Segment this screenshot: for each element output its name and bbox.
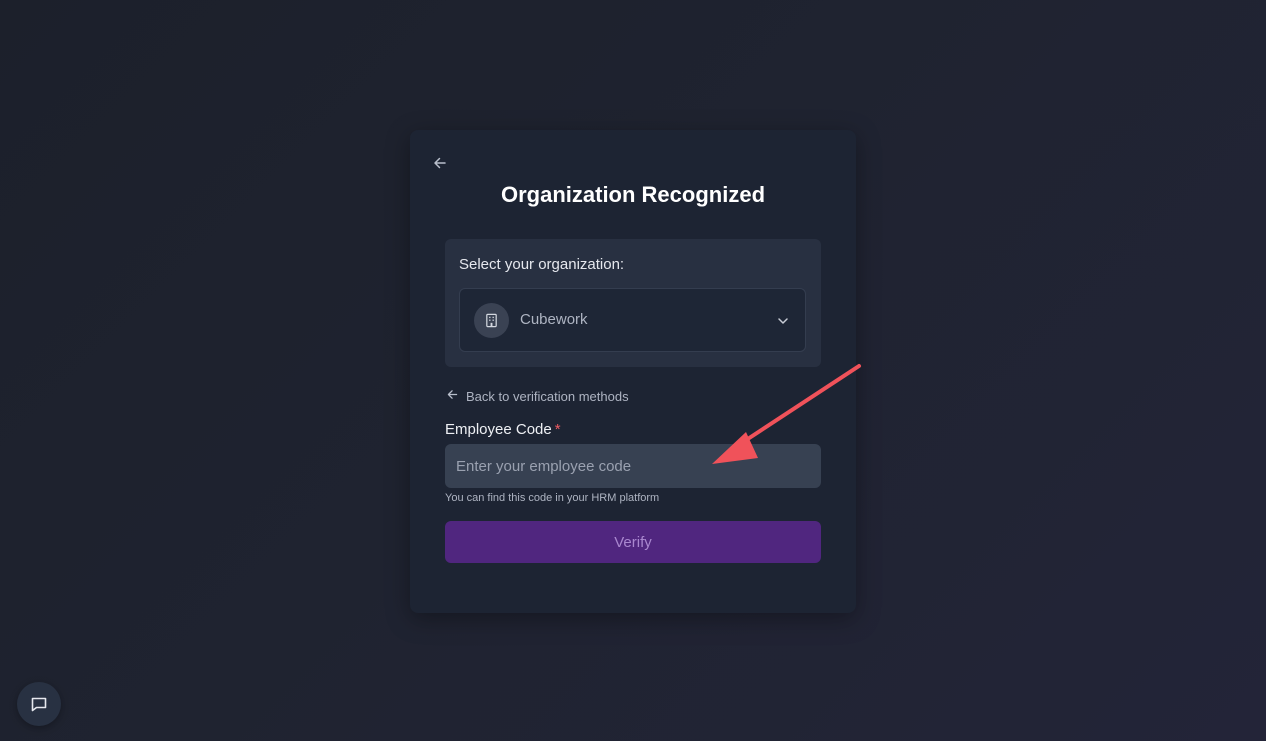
employee-code-hint: You can find this code in your HRM platf… — [445, 492, 660, 504]
back-to-verification-link[interactable]: Back to verification methods — [446, 388, 629, 404]
back-link-label: Back to verification methods — [466, 388, 629, 404]
organization-label: Select your organization: — [459, 256, 625, 273]
organization-select[interactable]: Cubework — [459, 288, 806, 352]
employee-code-label-text: Employee Code — [445, 421, 552, 438]
verification-card: Organization Recognized Select your orga… — [410, 130, 856, 613]
chevron-down-icon — [775, 313, 791, 329]
required-marker: * — [554, 421, 561, 438]
page-title: Organization Recognized — [500, 182, 766, 207]
employee-code-input[interactable] — [445, 444, 821, 488]
chat-bubble-icon[interactable] — [17, 682, 61, 726]
arrow-left-icon — [446, 388, 459, 404]
organization-selected-value: Cubework — [520, 311, 588, 328]
organization-panel: Select your organization: Cubework — [445, 239, 821, 367]
building-icon — [474, 303, 509, 338]
back-arrow-icon[interactable] — [432, 155, 448, 171]
verify-button[interactable]: Verify — [445, 521, 821, 563]
employee-code-label: Employee Code * — [445, 421, 561, 438]
